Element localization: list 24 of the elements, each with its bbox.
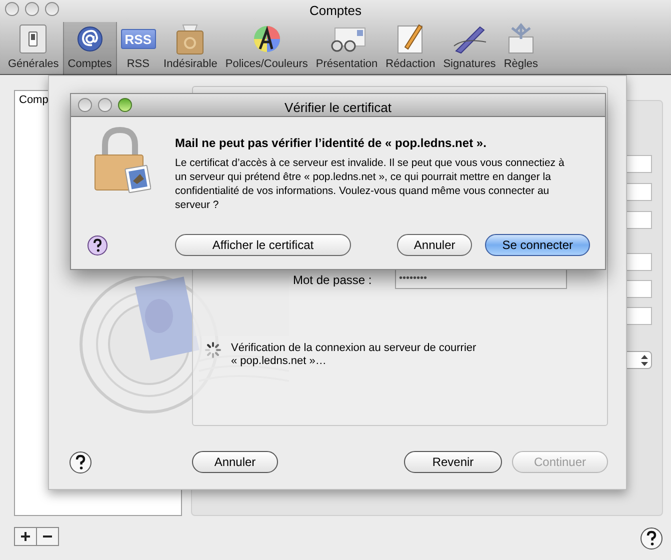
dialog-message: Le certificat d’accès à ce serveur est invalide. Il se peut que vous vous connectiez à un serveur qui prétend être « pop.ledns.net », ce qui pourrait mettre en danger la confidentialité de vos informations. Voulez-vous quand même vous connecter au serveur ? [175, 156, 566, 212]
toolbar-tab[interactable]: RSS RSS [116, 22, 160, 75]
push-button[interactable]: Afficher le certificat [175, 234, 351, 256]
toolbar-tab[interactable]: Générales [4, 22, 63, 75]
toolbar-tab[interactable]: Comptes [62, 22, 117, 75]
window-title: Comptes [309, 2, 362, 20]
column-header: Comp [19, 93, 48, 108]
toolbar-tab[interactable]: Indésirable [160, 22, 222, 75]
dialog-heading: Mail ne peut pas vérifier l’identité de « pop.ledns.net ». [175, 135, 486, 152]
dialog-title: Vérifier le certificat [284, 99, 392, 117]
field-label: Mot de passe : [293, 272, 372, 289]
password-field[interactable]: •••••••• [395, 269, 567, 289]
toolbar-tab[interactable]: Signatures [439, 22, 500, 75]
status-text: Vérification de la connexion au serveur de courrier [231, 342, 476, 355]
push-button[interactable]: Annuler [396, 234, 472, 256]
push-button[interactable]: Annuler [192, 451, 278, 473]
toolbar-tab[interactable]: Rédaction [382, 22, 440, 75]
toolbar-tab[interactable]: Règles [500, 22, 542, 75]
toolbar-tab[interactable]: Polices/Couleurs [221, 22, 312, 75]
push-button[interactable]: Se connecter [485, 234, 590, 256]
status-text: « pop.ledns.net »… [231, 355, 328, 368]
rss-badge: RSS [120, 28, 156, 49]
push-button[interactable]: Revenir [404, 451, 502, 473]
toolbar-tab[interactable]: Présentation [312, 22, 382, 75]
